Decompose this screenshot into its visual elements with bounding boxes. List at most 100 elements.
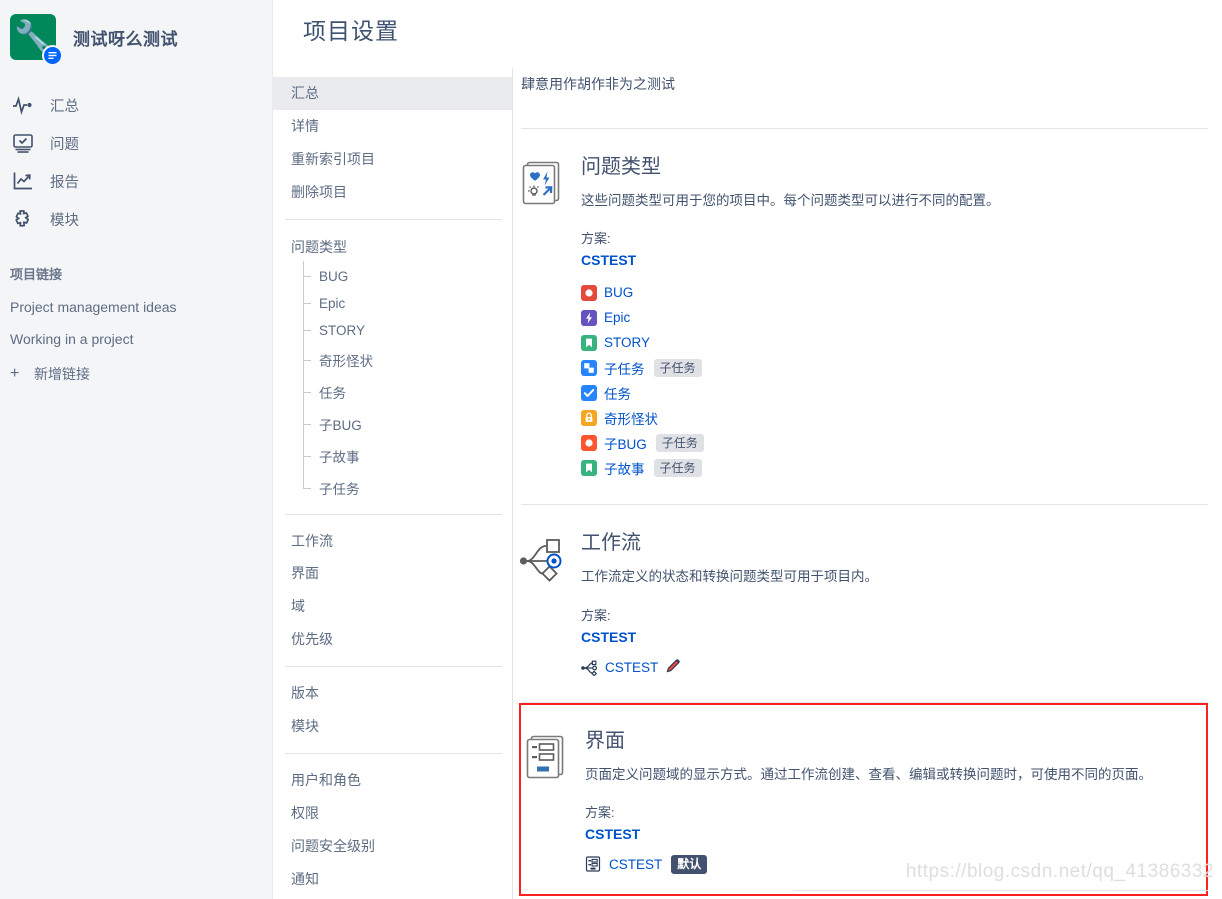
settings-nav-item-components[interactable]: 模块 <box>273 710 512 743</box>
pencil-icon[interactable] <box>666 658 681 678</box>
issue-type-name[interactable]: 子BUG <box>604 433 647 453</box>
settings-nav-item-versions[interactable]: 版本 <box>273 677 512 710</box>
divider <box>285 513 502 515</box>
plus-icon: + <box>10 365 20 382</box>
settings-nav-item-delete[interactable]: 删除项目 <box>273 176 512 209</box>
screen-entry-row[interactable]: CSTEST 默认 <box>585 854 1196 874</box>
project-name: 测试呀么测试 <box>73 29 178 49</box>
add-link-label: 新增链接 <box>34 366 90 382</box>
project-links-title: 项目链接 <box>10 267 63 282</box>
issue-type-name[interactable]: 子任务 <box>604 358 645 378</box>
scheme-label: 方案: <box>581 231 611 247</box>
scheme-label: 方案: <box>585 804 615 820</box>
sidebar-item-issues[interactable]: 问题 <box>0 124 272 162</box>
issue-type-name[interactable]: BUG <box>604 285 633 300</box>
sidebar-item-label: 报告 <box>50 174 79 191</box>
sidebar-item-label: 汇总 <box>50 98 79 115</box>
scheme-label: 方案: <box>581 607 611 623</box>
scheme-name-link[interactable]: CSTEST <box>585 826 1196 842</box>
workflow-entry-row[interactable]: CSTEST <box>581 658 1208 678</box>
issue-type-name[interactable]: Epic <box>604 310 630 325</box>
settings-nav-item-summary[interactable]: 汇总 <box>273 77 512 110</box>
section-issue-types: 问题类型 这些问题类型可用于您的项目中。每个问题类型可以进行不同的配置。 方案:… <box>513 129 1222 504</box>
issue-type-row[interactable]: 子故事 子任务 <box>581 455 1208 480</box>
sidebar-nav: 汇总 问题 报告 模块 <box>0 86 272 238</box>
settings-nav-item-fields[interactable]: 域 <box>273 590 512 623</box>
project-header[interactable]: 🔧 测试呀么测试 <box>0 0 272 66</box>
settings-nav-issue-type[interactable]: BUG <box>303 263 512 290</box>
issue-type-row[interactable]: 奇形怪状 <box>581 405 1208 430</box>
scheme-name-link[interactable]: CSTEST <box>581 252 1208 268</box>
story-bookmark-icon <box>581 334 597 351</box>
settings-nav-issue-type[interactable]: STORY <box>303 317 512 344</box>
settings-nav-issue-type[interactable]: 奇形怪状 <box>303 344 512 376</box>
sidebar-item-summary[interactable]: 汇总 <box>0 86 272 124</box>
lock-icon <box>581 409 597 426</box>
story-bookmark-icon <box>581 459 597 476</box>
sidebar-item-components[interactable]: 模块 <box>0 200 272 238</box>
divider <box>793 890 1208 891</box>
screens-body: 界面 页面定义问题域的显示方式。通过工作流创建、查看、编辑或转换问题时，可使用不… <box>585 729 1196 874</box>
status-badge: 默认 <box>671 854 708 874</box>
scheme-name-link[interactable]: CSTEST <box>581 629 1208 645</box>
issue-type-tag: 子任务 <box>653 358 702 377</box>
settings-nav-issue-type[interactable]: 子任务 <box>303 472 512 504</box>
issue-type-row[interactable]: Epic <box>581 305 1208 330</box>
settings-nav-item-reindex[interactable]: 重新索引项目 <box>273 143 512 176</box>
project-description: 肆意用作胡作非为之测试 <box>521 76 675 92</box>
settings-nav-issue-type[interactable]: 子故事 <box>303 440 512 472</box>
settings-nav-item-permissions[interactable]: 权限 <box>273 797 512 830</box>
section-screens: 界面 页面定义问题域的显示方式。通过工作流创建、查看、编辑或转换问题时，可使用不… <box>521 709 1206 888</box>
workflows-body: 工作流 工作流定义的状态和转换问题类型可用于项目内。 方案: CSTEST CS… <box>581 531 1208 677</box>
settings-nav-item-users-roles[interactable]: 用户和角色 <box>273 764 512 797</box>
settings-nav-item-notifications[interactable]: 通知 <box>273 863 512 896</box>
issue-type-name[interactable]: 任务 <box>604 383 631 403</box>
issue-type-row[interactable]: 任务 <box>581 380 1208 405</box>
issue-type-name[interactable]: 奇形怪状 <box>604 408 658 428</box>
settings-nav: 汇总 详情 重新索引项目 删除项目 问题类型 BUG Epic STORY 奇形… <box>273 68 513 899</box>
app-root: 🔧 测试呀么测试 汇总 问题 报告 模块 项目链接 Project manage… <box>0 0 1222 899</box>
issue-type-name[interactable]: STORY <box>604 335 650 350</box>
epic-bolt-icon <box>581 309 597 326</box>
settings-nav-item-screens[interactable]: 界面 <box>273 557 512 590</box>
screens-cards-icon <box>523 729 585 874</box>
bug-icon <box>581 284 597 301</box>
task-check-icon <box>581 384 597 401</box>
sidebar-item-label: 模块 <box>50 212 79 229</box>
section-title: 工作流 <box>581 532 641 555</box>
issue-type-row[interactable]: 子BUG 子任务 <box>581 430 1208 455</box>
divider <box>285 752 502 754</box>
pulse-icon <box>12 94 42 116</box>
add-link-button[interactable]: + 新增链接 <box>0 355 272 393</box>
settings-nav-item-priorities[interactable]: 优先级 <box>273 623 512 656</box>
issue-type-row[interactable]: BUG <box>581 280 1208 305</box>
issue-type-name[interactable]: 子故事 <box>604 458 645 478</box>
screen-name-link[interactable]: CSTEST <box>609 857 662 872</box>
issue-type-row[interactable]: STORY <box>581 330 1208 355</box>
main-content: 项目设置 汇总 详情 重新索引项目 删除项目 问题类型 BUG Epic STO… <box>273 0 1222 899</box>
screens-highlight-box: 界面 页面定义问题域的显示方式。通过工作流创建、查看、编辑或转换问题时，可使用不… <box>519 702 1208 896</box>
bug-icon <box>581 434 597 451</box>
settings-nav-group-issue-types[interactable]: 问题类型 <box>273 230 512 263</box>
workflow-name-link[interactable]: CSTEST <box>605 660 658 675</box>
issue-types-body: 问题类型 这些问题类型可用于您的项目中。每个问题类型可以进行不同的配置。 方案:… <box>581 155 1208 480</box>
issue-types-cards-icon <box>519 155 581 480</box>
settings-nav-item-details[interactable]: 详情 <box>273 110 512 143</box>
divider <box>285 218 502 220</box>
settings-nav-item-workflows[interactable]: 工作流 <box>273 525 512 558</box>
project-type-badge-icon <box>42 45 63 66</box>
issue-type-row[interactable]: 子任务 子任务 <box>581 355 1208 380</box>
sidebar-item-reports[interactable]: 报告 <box>0 162 272 200</box>
settings-nav-issue-type[interactable]: Epic <box>303 290 512 317</box>
section-workflows: 工作流 工作流定义的状态和转换问题类型可用于项目内。 方案: CSTEST CS… <box>513 505 1222 701</box>
settings-nav-issue-type[interactable]: 子BUG <box>303 408 512 440</box>
report-chart-icon <box>12 170 42 192</box>
project-link-item[interactable]: Working in a project <box>0 323 272 355</box>
section-title: 界面 <box>585 729 625 752</box>
page-title: 项目设置 <box>303 18 399 44</box>
settings-nav-issue-type[interactable]: 任务 <box>303 376 512 408</box>
project-link-item[interactable]: Project management ideas <box>0 291 272 323</box>
settings-nav-item-issue-security[interactable]: 问题安全级别 <box>273 830 512 863</box>
settings-nav-issue-type-list: BUG Epic STORY 奇形怪状 任务 子BUG 子故事 子任务 <box>303 260 512 504</box>
settings-nav-item-project-links[interactable]: 项目链接 <box>273 895 512 899</box>
